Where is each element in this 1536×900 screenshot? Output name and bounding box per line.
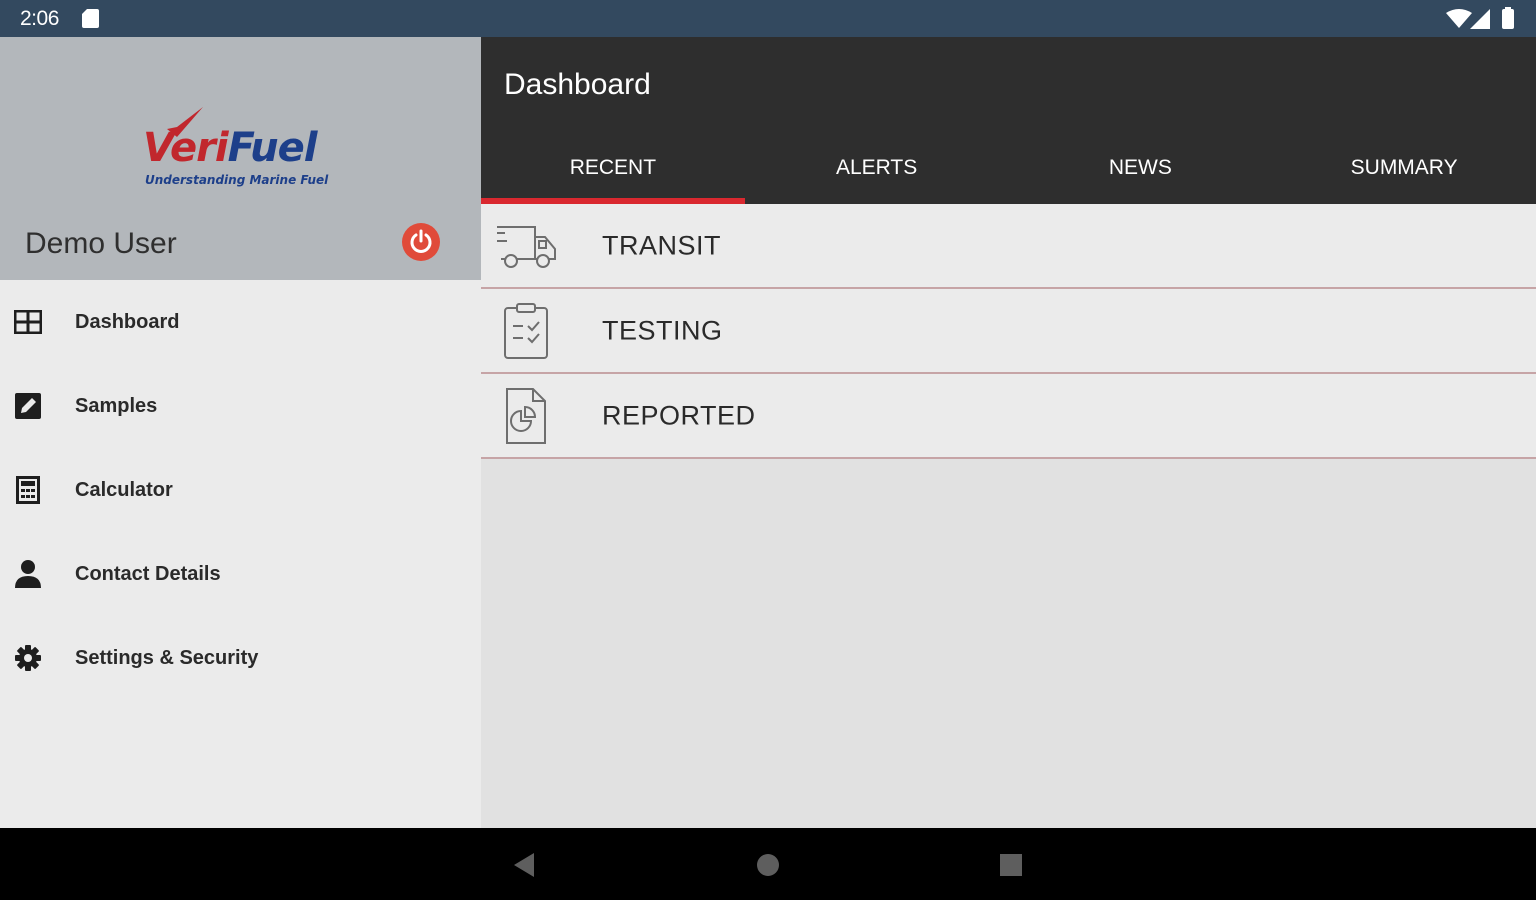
app-bar: Dashboard RECENT ALERTS NEWS SUMMARY xyxy=(481,37,1536,204)
logo-wordmark-part1: Veri xyxy=(143,125,229,171)
battery-icon xyxy=(1502,7,1514,29)
logo-wordmark: VeriFuel xyxy=(143,125,318,171)
logo-tagline: Understanding Marine Fuel xyxy=(145,173,329,187)
list-item-label: REPORTED xyxy=(602,400,756,430)
drawer-item-samples[interactable]: Samples xyxy=(0,364,481,448)
recent-list: TRANSIT TESTING REPORTED xyxy=(481,204,1536,459)
clipboard-check-icon xyxy=(495,301,557,361)
status-time: 2:06 xyxy=(20,7,59,30)
edit-icon xyxy=(14,392,42,420)
list-item-transit[interactable]: TRANSIT xyxy=(481,204,1536,289)
tab-summary[interactable]: SUMMARY xyxy=(1272,132,1536,204)
dashboard-icon xyxy=(14,308,42,336)
tab-label: SUMMARY xyxy=(1350,156,1458,179)
recents-icon[interactable] xyxy=(999,853,1023,877)
list-item-label: TRANSIT xyxy=(602,230,722,260)
tab-label: ALERTS xyxy=(835,156,918,179)
logout-button[interactable] xyxy=(402,223,440,261)
logo-wordmark-part2: Fuel xyxy=(227,125,318,171)
home-icon[interactable] xyxy=(756,853,780,877)
back-icon[interactable] xyxy=(512,852,536,878)
sd-card-icon xyxy=(82,9,99,28)
list-item-label: TESTING xyxy=(602,315,723,345)
truck-icon xyxy=(495,216,557,276)
drawer-nav-list: Dashboard Samples Calculator Contact Det… xyxy=(0,280,481,700)
calculator-icon xyxy=(14,476,42,504)
drawer-item-calculator[interactable]: Calculator xyxy=(0,448,481,532)
tab-label: NEWS xyxy=(1108,156,1172,179)
drawer-item-contact-details[interactable]: Contact Details xyxy=(0,532,481,616)
main-content: Dashboard RECENT ALERTS NEWS SUMMARY TRA… xyxy=(481,37,1536,828)
drawer-item-label: Dashboard xyxy=(75,310,180,333)
drawer-item-label: Samples xyxy=(75,394,158,417)
gear-icon xyxy=(14,644,42,672)
navigation-drawer: VeriFuel Understanding Marine Fuel Demo … xyxy=(0,37,481,828)
verifuel-logo: VeriFuel Understanding Marine Fuel xyxy=(143,107,343,197)
tab-recent[interactable]: RECENT xyxy=(481,132,745,204)
power-icon xyxy=(410,229,432,253)
status-bar: 2:06 xyxy=(0,0,1536,37)
tab-news[interactable]: NEWS xyxy=(1009,132,1273,204)
list-item-testing[interactable]: TESTING xyxy=(481,289,1536,374)
cell-signal-icon xyxy=(1470,9,1490,29)
drawer-item-label: Contact Details xyxy=(75,562,221,585)
drawer-item-settings-security[interactable]: Settings & Security xyxy=(0,616,481,700)
tab-bar: RECENT ALERTS NEWS SUMMARY xyxy=(481,132,1536,204)
user-name: Demo User xyxy=(25,227,177,260)
drawer-item-dashboard[interactable]: Dashboard xyxy=(0,280,481,364)
report-chart-icon xyxy=(495,386,557,446)
tab-label: RECENT xyxy=(569,156,657,179)
person-icon xyxy=(14,560,42,588)
page-title: Dashboard xyxy=(504,68,651,101)
drawer-header: VeriFuel Understanding Marine Fuel Demo … xyxy=(0,37,481,280)
list-item-reported[interactable]: REPORTED xyxy=(481,374,1536,459)
drawer-item-label: Calculator xyxy=(75,478,173,501)
drawer-item-label: Settings & Security xyxy=(75,646,259,669)
tab-alerts[interactable]: ALERTS xyxy=(745,132,1009,204)
wifi-icon xyxy=(1446,9,1472,28)
